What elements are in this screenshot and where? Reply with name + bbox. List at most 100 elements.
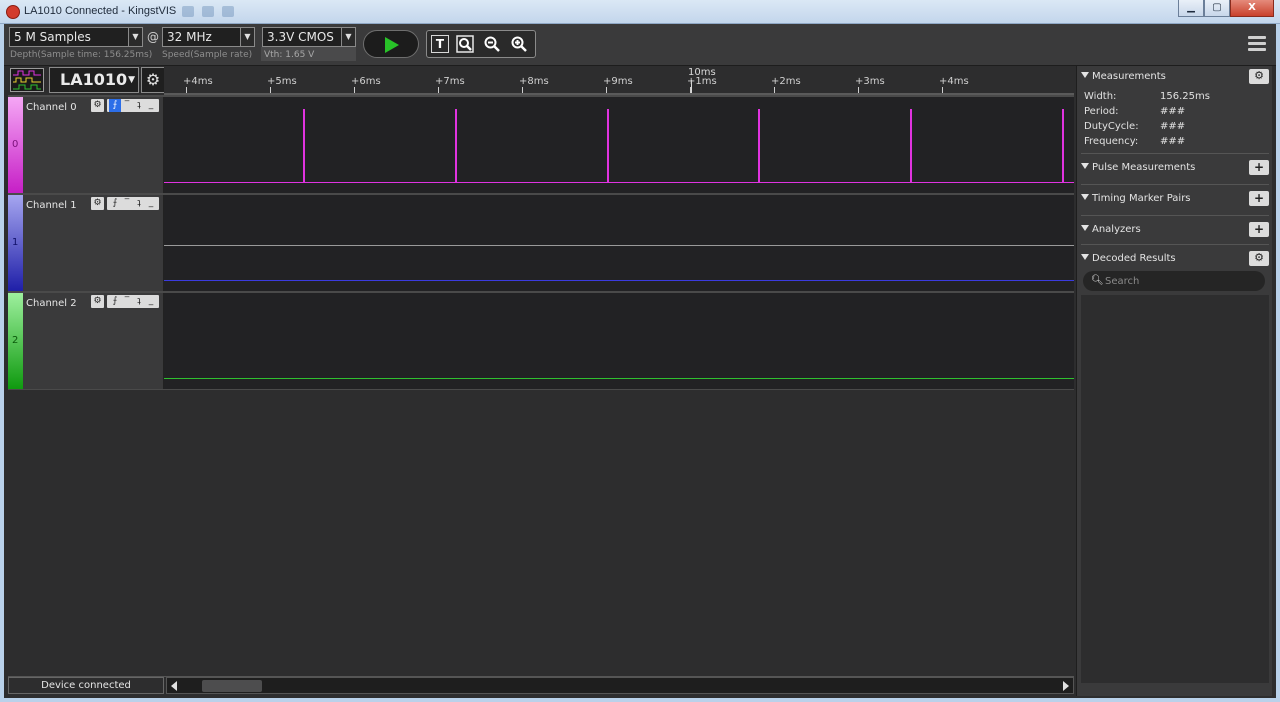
zoom-in-button[interactable] bbox=[508, 34, 530, 54]
add-timing-marker-button[interactable]: + bbox=[1249, 191, 1269, 206]
close-button[interactable]: X bbox=[1230, 0, 1274, 17]
measurement-value: 156.25ms bbox=[1160, 91, 1210, 102]
zoom-fit-button[interactable] bbox=[454, 34, 476, 54]
channel-plot[interactable] bbox=[164, 97, 1074, 193]
chevron-down-icon: ▼ bbox=[341, 28, 355, 46]
falling-edge-trigger-icon[interactable]: ʇ bbox=[133, 197, 145, 210]
waveform-area: LA1010 ▼ ⚙ 10ms +4ms +5ms +6ms +7ms +8ms +9ms… bbox=[4, 66, 1074, 675]
device-header: LA1010 ▼ ⚙ bbox=[8, 67, 165, 94]
section-title: Analyzers bbox=[1092, 224, 1141, 235]
play-icon bbox=[385, 37, 399, 53]
falling-edge-trigger-icon[interactable]: ʇ bbox=[133, 295, 145, 308]
divider bbox=[1081, 184, 1269, 185]
measurement-label: Width: bbox=[1084, 91, 1117, 102]
high-level-trigger-icon[interactable]: ‾ bbox=[121, 197, 133, 210]
measurement-label: Period: bbox=[1084, 106, 1119, 117]
measurement-row: DutyCycle: ### bbox=[1084, 121, 1185, 132]
hamburger-menu-icon[interactable] bbox=[1248, 36, 1266, 52]
measurement-row: Frequency: ### bbox=[1084, 136, 1185, 147]
quick-access-icon[interactable] bbox=[202, 6, 214, 17]
sample-rate-value: 32 MHz bbox=[167, 30, 212, 44]
device-settings-gear-icon[interactable]: ⚙ bbox=[141, 67, 165, 93]
decoded-results-settings-gear-icon[interactable]: ⚙ bbox=[1249, 251, 1269, 266]
search-icon: 🔍︎ bbox=[1091, 275, 1104, 286]
channel-settings-gear-icon[interactable]: ⚙ bbox=[91, 99, 104, 112]
channel-row: 1 Channel 1 ⚙ ⨍ ‾ ʇ _ bbox=[8, 193, 1074, 291]
app-window: 5 M Samples ▼ Depth(Sample time: 156.25m… bbox=[4, 24, 1276, 698]
sample-depth-select[interactable]: 5 M Samples ▼ bbox=[9, 27, 143, 47]
search-input[interactable] bbox=[1105, 273, 1255, 289]
quick-access-icon[interactable] bbox=[182, 6, 194, 17]
channel-row: 0 Channel 0 ⚙ ⨍ ‾ ʇ _ bbox=[8, 95, 1074, 193]
add-analyzer-button[interactable]: + bbox=[1249, 222, 1269, 237]
signal-pulse bbox=[1062, 109, 1064, 182]
speed-caption: Speed(Sample rate) bbox=[162, 50, 253, 60]
channel-settings-gear-icon[interactable]: ⚙ bbox=[91, 197, 104, 210]
ruler-tick-label: +6ms bbox=[351, 76, 381, 87]
ruler-tick-label: +5ms bbox=[267, 76, 297, 87]
magnifier-icon bbox=[456, 35, 474, 53]
start-button[interactable] bbox=[363, 30, 419, 58]
side-panel: Measurements ⚙ Width: 156.25ms Period: ###… bbox=[1076, 66, 1272, 696]
channel-name[interactable]: Channel 0 bbox=[26, 102, 77, 113]
time-ruler[interactable]: 10ms +4ms +5ms +6ms +7ms +8ms +9ms +1ms +2ms +3m… bbox=[164, 66, 1074, 95]
low-level-trigger-icon[interactable]: _ bbox=[145, 295, 157, 308]
section-analyzers[interactable]: Analyzers + bbox=[1081, 221, 1269, 239]
channel-label-box: Channel 0 ⚙ ⨍ ‾ ʇ _ bbox=[23, 97, 164, 193]
channel-settings-gear-icon[interactable]: ⚙ bbox=[91, 295, 104, 308]
channel-name[interactable]: Channel 1 bbox=[26, 200, 77, 211]
ruler-tick bbox=[354, 87, 355, 93]
rising-edge-trigger-icon[interactable]: ⨍ bbox=[109, 295, 121, 308]
ruler-tick-label: +7ms bbox=[435, 76, 465, 87]
window-titlebar: LA1010 Connected - KingstVIS ▁ ▢ X bbox=[0, 0, 1280, 24]
threshold-select[interactable]: 3.3V CMOS ▼ bbox=[262, 27, 356, 47]
section-pulse-measurements[interactable]: Pulse Measurements + bbox=[1081, 159, 1269, 177]
section-decoded-results[interactable]: Decoded Results ⚙ bbox=[1081, 250, 1269, 268]
decoded-results-list[interactable] bbox=[1081, 295, 1269, 683]
ruler-tick bbox=[522, 87, 523, 93]
device-select[interactable]: LA1010 ▼ bbox=[49, 67, 139, 93]
measurement-row: Width: 156.25ms bbox=[1084, 91, 1210, 102]
channel-plot[interactable] bbox=[164, 293, 1074, 389]
low-level-trigger-icon[interactable]: _ bbox=[145, 197, 157, 210]
quick-access-icon[interactable] bbox=[222, 6, 234, 17]
rising-edge-trigger-icon[interactable]: ⨍ bbox=[109, 197, 121, 210]
high-level-trigger-icon[interactable]: ‾ bbox=[121, 295, 133, 308]
channel-index: 1 bbox=[12, 237, 19, 248]
app-logo-icon bbox=[6, 5, 20, 19]
ruler-tick bbox=[270, 87, 271, 93]
maximize-button[interactable]: ▢ bbox=[1204, 0, 1230, 17]
scroll-right-arrow-icon[interactable] bbox=[1063, 681, 1069, 691]
scroll-left-arrow-icon[interactable] bbox=[171, 681, 177, 691]
divider bbox=[1081, 215, 1269, 216]
measurements-settings-gear-icon[interactable]: ⚙ bbox=[1249, 69, 1269, 84]
section-timing-marker-pairs[interactable]: Timing Marker Pairs + bbox=[1081, 190, 1269, 208]
horizontal-scrollbar[interactable] bbox=[166, 677, 1074, 694]
high-level-trigger-icon[interactable]: ‾ bbox=[121, 99, 133, 112]
low-level-trigger-icon[interactable]: _ bbox=[145, 99, 157, 112]
falling-edge-trigger-icon[interactable]: ʇ bbox=[133, 99, 145, 112]
divider bbox=[1081, 153, 1269, 154]
section-measurements[interactable]: Measurements ⚙ bbox=[1081, 68, 1269, 86]
vth-caption: Vth: 1.65 V bbox=[264, 50, 315, 60]
waveform-icon[interactable] bbox=[10, 68, 44, 92]
signal-pulse bbox=[758, 109, 760, 182]
threshold-value: 3.3V CMOS bbox=[267, 30, 334, 44]
text-tool-button[interactable]: T bbox=[431, 35, 449, 53]
ruler-tick-label: +3ms bbox=[855, 76, 885, 87]
add-pulse-measurement-button[interactable]: + bbox=[1249, 160, 1269, 175]
decoded-search-box[interactable]: 🔍︎ bbox=[1083, 271, 1265, 291]
sample-rate-select[interactable]: 32 MHz ▼ bbox=[162, 27, 255, 47]
section-title: Measurements bbox=[1092, 71, 1166, 82]
zoom-out-button[interactable] bbox=[481, 34, 503, 54]
measurement-value: ### bbox=[1160, 136, 1186, 147]
ruler-tick bbox=[186, 87, 187, 93]
ruler-tick-label: +4ms bbox=[939, 76, 969, 87]
channel-name[interactable]: Channel 2 bbox=[26, 298, 77, 309]
zoom-out-icon bbox=[484, 36, 500, 52]
scroll-thumb[interactable] bbox=[202, 680, 262, 692]
signal-low-line bbox=[164, 280, 1074, 281]
channel-plot[interactable] bbox=[164, 195, 1074, 291]
minimize-button[interactable]: ▁ bbox=[1178, 0, 1204, 17]
rising-edge-trigger-icon[interactable]: ⨍ bbox=[109, 99, 121, 112]
